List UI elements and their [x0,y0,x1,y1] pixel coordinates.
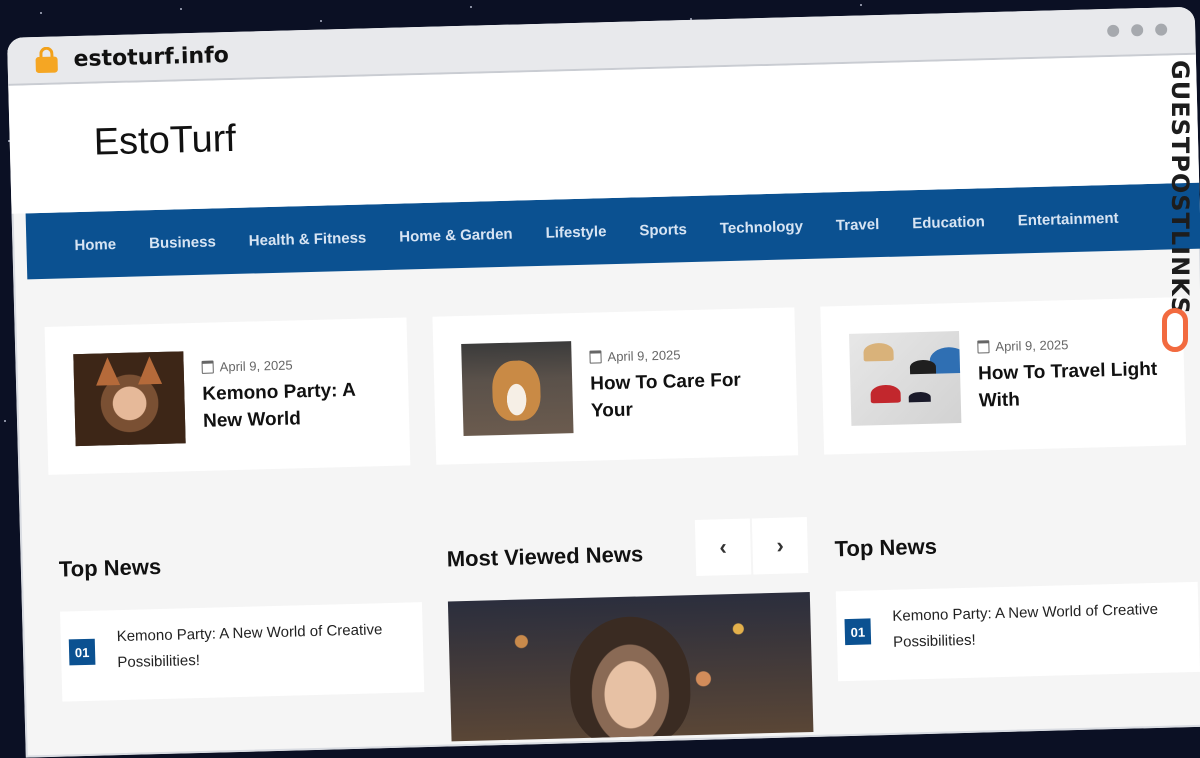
prev-arrow-button[interactable]: ‹ [694,518,752,576]
nav-education[interactable]: Education [912,213,985,232]
window-dot-icon[interactable] [1155,23,1168,36]
nav-lifestyle[interactable]: Lifestyle [545,223,606,242]
most-viewed-image[interactable] [447,592,814,742]
lock-icon [35,46,58,74]
nav-entertainment[interactable]: Entertainment [1018,209,1119,229]
window-dot-icon[interactable] [1131,24,1144,37]
watermark-text: GUESTPOSTLINKS [1166,60,1194,316]
most-viewed-heading: Most Viewed News [446,541,644,572]
rank-badge: 01 [68,638,96,666]
post-date-text: April 9, 2025 [219,356,293,374]
post-title[interactable]: How To Travel Light With [978,355,1159,414]
post-date-text: April 9, 2025 [995,336,1069,354]
post-thumbnail[interactable] [849,331,962,426]
next-arrow-button[interactable]: › [751,517,809,575]
calendar-icon [201,360,214,374]
calendar-icon [977,339,990,354]
site-title[interactable]: EstoTurf [93,118,236,165]
window-controls [1107,23,1168,38]
calendar-icon [589,349,602,364]
top-news-heading: Top News [58,553,162,582]
news-link[interactable]: Kemono Party: A New World of Creative Po… [116,617,407,677]
nav-home[interactable]: Home [74,236,116,254]
post-title[interactable]: How To Care For Your [590,365,771,424]
featured-posts: April 9, 2025 Kemono Party: A New World … [44,297,1187,475]
nav-sports[interactable]: Sports [639,221,687,239]
watermark-brand: GUESTPOSTLINKS [1162,60,1194,360]
nav-health-fitness[interactable]: Health & Fitness [249,229,367,249]
nav-technology[interactable]: Technology [720,218,803,237]
url-text[interactable]: estoturf.info [73,43,229,72]
post-title[interactable]: Kemono Party: A New World [202,376,383,435]
nav-home-garden[interactable]: Home & Garden [399,225,513,245]
link-icon [1162,308,1188,352]
carousel-controls: ‹ › [694,517,809,576]
news-link[interactable]: Kemono Party: A New World of Creative Po… [892,596,1183,656]
top-news-heading-right: Top News [834,533,938,562]
nav-business[interactable]: Business [149,233,216,252]
featured-card[interactable]: April 9, 2025 How To Travel Light With [820,297,1187,455]
featured-card[interactable]: April 9, 2025 Kemono Party: A New World [44,317,411,475]
news-list-item[interactable]: 01 Kemono Party: A New World of Creative… [60,602,425,702]
browser-screenshot: estoturf.info EstoTurf Home Business Hea… [1,1,1200,758]
nav-travel[interactable]: Travel [836,216,880,234]
post-date: April 9, 2025 [977,334,1157,354]
rank-badge: 01 [844,618,872,646]
post-thumbnail[interactable] [73,351,186,447]
post-thumbnail[interactable] [461,341,574,437]
post-date: April 9, 2025 [589,344,769,364]
window-dot-icon[interactable] [1107,24,1120,38]
news-list-item[interactable]: 01 Kemono Party: A New World of Creative… [835,581,1200,682]
browser-window: estoturf.info EstoTurf Home Business Hea… [6,6,1200,758]
featured-card[interactable]: April 9, 2025 How To Care For Your [432,307,799,465]
post-date: April 9, 2025 [201,355,381,375]
post-date-text: April 9, 2025 [607,346,681,364]
